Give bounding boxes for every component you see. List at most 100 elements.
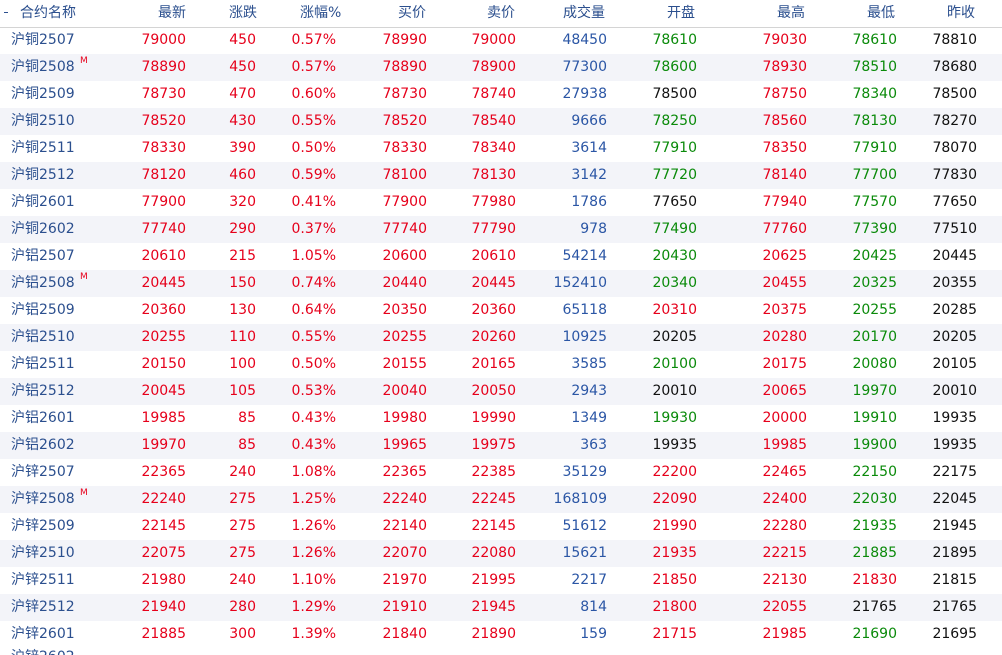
table-row[interactable]: 沪铜2509 78730 470 0.60% 78730 78740 27938 78500 7… xyxy=(0,81,1002,108)
cell-open: 78610 xyxy=(652,32,697,48)
cell-low: 19970 xyxy=(852,383,897,399)
table-row[interactable]: 沪铝2508 M 20445 150 0.74% 20440 20445 152410 2034… xyxy=(0,270,1002,297)
cell-high: 20000 xyxy=(762,410,807,426)
main-contract-badge: M xyxy=(80,56,88,66)
contract-name: 沪锌2508 xyxy=(11,491,75,507)
cell-ask: 19975 xyxy=(471,437,516,453)
table-row-partial[interactable]: 沪锌2602 xyxy=(0,646,1002,655)
cell-high: 20065 xyxy=(762,383,807,399)
cell-volume: 48450 xyxy=(562,32,607,48)
cell-pct: 0.57% xyxy=(291,59,336,75)
table-row[interactable]: 沪锌2509 22145 275 1.26% 22140 22145 51612 21990 2… xyxy=(0,513,1002,540)
cell-bid: 78890 xyxy=(382,59,427,75)
table-row[interactable]: 沪锌2512 21940 280 1.29% 21910 21945 814 21800 220… xyxy=(0,594,1002,621)
cell-volume: 3142 xyxy=(571,167,607,183)
cell-volume: 2943 xyxy=(571,383,607,399)
cell-change: 430 xyxy=(229,113,256,129)
contract-name: 沪铝2509 xyxy=(11,302,75,318)
cell-volume: 65118 xyxy=(562,302,607,318)
table-row[interactable]: 沪锌2507 22365 240 1.08% 22365 22385 35129 22200 2… xyxy=(0,459,1002,486)
col-open-header[interactable]: 开盘 xyxy=(667,0,695,27)
table-row[interactable]: 沪铝2509 20360 130 0.64% 20350 20360 65118 20310 2… xyxy=(0,297,1002,324)
cell-pct: 0.64% xyxy=(291,302,336,318)
cell-bid: 20600 xyxy=(382,248,427,264)
cell-high: 22055 xyxy=(762,599,807,615)
table-row[interactable]: 沪铝2507 20610 215 1.05% 20600 20610 54214 20430 2… xyxy=(0,243,1002,270)
quote-table: 合约名称 最新 涨跌 涨幅% 买价 卖价 成交量 开盘 最高 最低 昨收 沪铜2… xyxy=(0,0,1002,655)
cell-low: 20255 xyxy=(852,302,897,318)
cell-prev: 19935 xyxy=(932,410,977,426)
table-row[interactable]: 沪铝2601 19985 85 0.43% 19980 19990 1349 19930 200… xyxy=(0,405,1002,432)
cell-high: 22465 xyxy=(762,464,807,480)
cell-latest: 20255 xyxy=(141,329,186,345)
col-bid-header[interactable]: 买价 xyxy=(398,0,426,27)
col-change-pct-header[interactable]: 涨幅% xyxy=(300,0,341,27)
table-row[interactable]: 沪铜2602 77740 290 0.37% 77740 77790 978 77490 777… xyxy=(0,216,1002,243)
cell-bid: 22240 xyxy=(382,491,427,507)
table-row[interactable]: 沪铜2601 77900 320 0.41% 77900 77980 1786 77650 77… xyxy=(0,189,1002,216)
table-row[interactable]: 沪铝2511 20150 100 0.50% 20155 20165 3585 20100 20… xyxy=(0,351,1002,378)
contract-name: 沪铝2510 xyxy=(11,329,75,345)
sort-indicator-icon[interactable] xyxy=(4,12,8,13)
col-ask-header[interactable]: 卖价 xyxy=(487,0,515,27)
table-row[interactable]: 沪锌2510 22075 275 1.26% 22070 22080 15621 21935 2… xyxy=(0,540,1002,567)
cell-pct: 0.55% xyxy=(291,329,336,345)
table-row[interactable]: 沪铝2602 19970 85 0.43% 19965 19975 363 19935 1998… xyxy=(0,432,1002,459)
cell-open: 21850 xyxy=(652,572,697,588)
cell-low: 22150 xyxy=(852,464,897,480)
cell-pct: 1.25% xyxy=(291,491,336,507)
contract-name: 沪锌2602 xyxy=(11,644,75,655)
table-row[interactable]: 沪铜2512 78120 460 0.59% 78100 78130 3142 77720 78… xyxy=(0,162,1002,189)
cell-low: 78340 xyxy=(852,86,897,102)
col-change-header[interactable]: 涨跌 xyxy=(229,0,257,27)
cell-bid: 21970 xyxy=(382,572,427,588)
contract-name: 沪铜2511 xyxy=(11,140,75,156)
cell-ask: 78740 xyxy=(471,86,516,102)
table-row[interactable]: 沪铜2511 78330 390 0.50% 78330 78340 3614 77910 78… xyxy=(0,135,1002,162)
cell-volume: 1349 xyxy=(571,410,607,426)
cell-low: 21765 xyxy=(852,599,897,615)
col-low-header[interactable]: 最低 xyxy=(867,0,895,27)
cell-change: 110 xyxy=(229,329,256,345)
cell-low: 19910 xyxy=(852,410,897,426)
col-volume-header[interactable]: 成交量 xyxy=(563,0,605,27)
col-prev-close-header[interactable]: 昨收 xyxy=(947,0,975,27)
table-row[interactable]: 沪铝2512 20045 105 0.53% 20040 20050 2943 20010 20… xyxy=(0,378,1002,405)
cell-pct: 0.43% xyxy=(291,410,336,426)
cell-prev: 20355 xyxy=(932,275,977,291)
table-row[interactable]: 沪锌2511 21980 240 1.10% 21970 21995 2217 21850 22… xyxy=(0,567,1002,594)
cell-ask: 20360 xyxy=(471,302,516,318)
cell-pct: 1.26% xyxy=(291,518,336,534)
col-name-header[interactable]: 合约名称 xyxy=(20,0,76,27)
table-row[interactable]: 沪铜2510 78520 430 0.55% 78520 78540 9666 78250 78… xyxy=(0,108,1002,135)
cell-pct: 0.55% xyxy=(291,113,336,129)
cell-open: 22090 xyxy=(652,491,697,507)
col-latest-header[interactable]: 最新 xyxy=(158,0,186,27)
table-row[interactable]: 沪铝2510 20255 110 0.55% 20255 20260 10925 20205 2… xyxy=(0,324,1002,351)
table-row[interactable]: 沪锌2601 21885 300 1.39% 21840 21890 159 21715 219… xyxy=(0,621,1002,648)
cell-ask: 22245 xyxy=(471,491,516,507)
cell-change: 280 xyxy=(229,599,256,615)
cell-open: 77720 xyxy=(652,167,697,183)
cell-high: 77760 xyxy=(762,221,807,237)
cell-open: 77910 xyxy=(652,140,697,156)
table-row[interactable]: 沪铜2507 79000 450 0.57% 78990 79000 48450 78610 7… xyxy=(0,27,1002,54)
cell-ask: 78340 xyxy=(471,140,516,156)
contract-name: 沪铝2602 xyxy=(11,437,75,453)
cell-high: 22400 xyxy=(762,491,807,507)
cell-change: 275 xyxy=(229,491,256,507)
cell-latest: 77900 xyxy=(141,194,186,210)
cell-bid: 78330 xyxy=(382,140,427,156)
cell-change: 100 xyxy=(229,356,256,372)
cell-ask: 20050 xyxy=(471,383,516,399)
cell-volume: 2217 xyxy=(571,572,607,588)
cell-volume: 15621 xyxy=(562,545,607,561)
cell-change: 85 xyxy=(238,410,256,426)
table-row[interactable]: 沪铜2508 M 78890 450 0.57% 78890 78900 77300 78600… xyxy=(0,54,1002,81)
col-high-header[interactable]: 最高 xyxy=(777,0,805,27)
cell-change: 320 xyxy=(229,194,256,210)
cell-high: 20375 xyxy=(762,302,807,318)
cell-bid: 77900 xyxy=(382,194,427,210)
table-row[interactable]: 沪锌2508 M 22240 275 1.25% 22240 22245 168109 2209… xyxy=(0,486,1002,513)
cell-low: 20325 xyxy=(852,275,897,291)
